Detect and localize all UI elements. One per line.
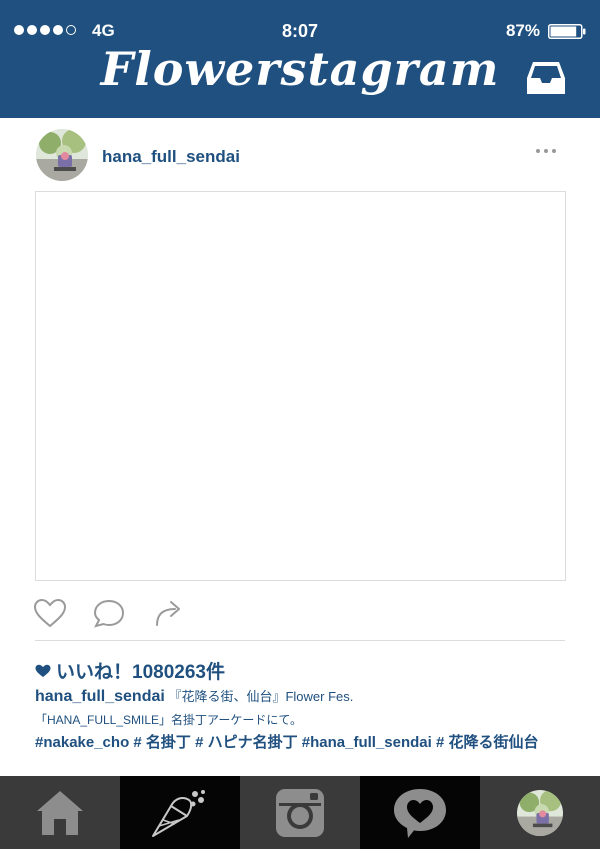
flower-bouquet-icon <box>152 789 205 837</box>
tab-camera[interactable] <box>240 776 360 849</box>
caption-username[interactable]: hana_full_sendai <box>35 688 165 705</box>
more-dots-icon[interactable] <box>536 149 556 153</box>
share-arrow-icon[interactable] <box>153 597 185 627</box>
tab-activity[interactable] <box>360 776 480 849</box>
app-title: Flowerstagram <box>100 42 500 96</box>
tab-explore[interactable] <box>120 776 240 849</box>
tab-home[interactable] <box>0 776 120 849</box>
caption-line-2: 「HANA_FULL_SMILE」名掛丁アーケードにて。 <box>35 713 302 727</box>
post-photo[interactable] <box>35 191 566 581</box>
heart-outline-icon[interactable] <box>33 598 67 628</box>
camera-icon <box>276 788 324 837</box>
home-icon <box>37 790 83 835</box>
likes-text: いいね！1080263件 <box>56 662 225 683</box>
app-header: 4G 8:07 87% Flowerstagram <box>0 0 600 118</box>
tab-profile[interactable] <box>480 776 600 849</box>
avatar-photo <box>36 129 88 181</box>
more-dot <box>544 149 548 153</box>
profile-avatar-icon <box>517 789 563 836</box>
divider <box>35 640 565 641</box>
battery-icon <box>548 24 586 39</box>
likes-count[interactable]: いいね！1080263件 <box>35 657 225 684</box>
speech-bubble-icon[interactable] <box>93 598 125 628</box>
status-bar: 4G 8:07 87% <box>0 0 600 41</box>
heart-bubble-icon <box>394 788 446 838</box>
avatar-photo <box>517 789 563 836</box>
more-dot <box>536 149 540 153</box>
heart-filled-icon <box>35 664 51 677</box>
hashtags[interactable]: #nakake_cho # 名掛丁 # ハピナ名掛丁 #hana_full_se… <box>35 731 538 752</box>
inbox-tray-icon[interactable] <box>526 60 566 96</box>
bottom-tab-bar <box>0 776 600 849</box>
battery-percent: 87% <box>505 21 540 40</box>
post-username[interactable]: hana_full_sendai <box>102 147 240 167</box>
caption-text: 『花降る街、仙台』Flower Fes. <box>168 689 354 704</box>
caption-line-1: hana_full_sendai 『花降る街、仙台』Flower Fes. <box>35 686 353 706</box>
more-dot <box>552 149 556 153</box>
post-author-avatar[interactable] <box>36 129 88 181</box>
